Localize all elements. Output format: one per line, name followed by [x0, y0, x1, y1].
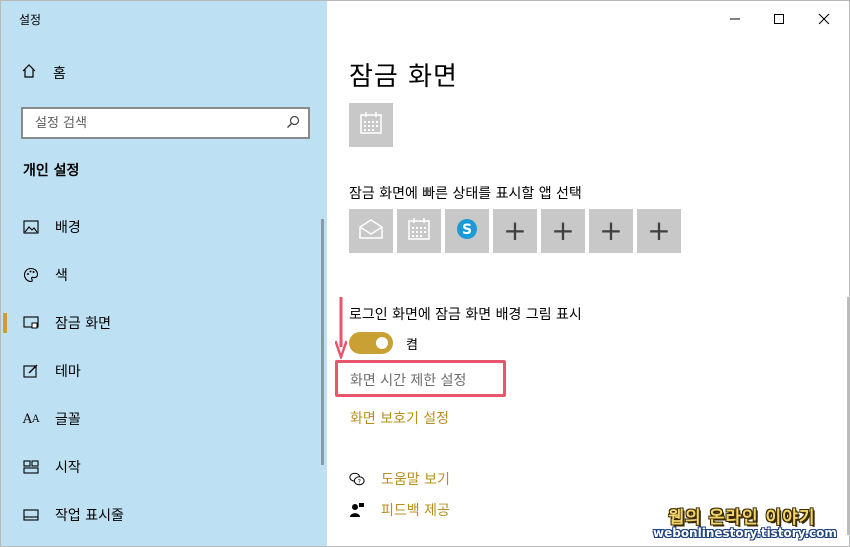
quick-status-tile-mail[interactable] [349, 209, 393, 253]
skype-icon: S [455, 217, 479, 245]
lock-screen-icon [23, 315, 39, 331]
settings-window: 설정 홈 개인 설정 배경 [0, 0, 850, 547]
watermark-url: webonlinestory.tistory.com [653, 526, 837, 540]
sidebar-item-label: 글꼴 [55, 412, 81, 428]
quick-status-tile-add[interactable]: + [493, 209, 537, 253]
quick-status-tile-add[interactable]: + [541, 209, 585, 253]
svg-text:?: ? [358, 478, 361, 485]
screensaver-link[interactable]: 화면 보호기 설정 [350, 408, 449, 428]
sidebar-item-taskbar[interactable]: 작업 표시줄 [1, 491, 327, 539]
sidebar-item-fonts[interactable]: AA 글꼴 [1, 395, 327, 443]
toggle-state-label: 켬 [406, 338, 418, 353]
watermark: 웹의 온라인 이야기 webonlinestory.tistory.com [653, 503, 837, 540]
quick-status-tile-add[interactable]: + [637, 209, 681, 253]
sidebar-item-color[interactable]: 색 [1, 251, 327, 299]
signin-background-label: 로그인 화면에 잠금 화면 배경 그림 표시 [349, 307, 582, 323]
quick-status-tile-calendar[interactable] [397, 209, 441, 253]
home-nav-item[interactable]: 홈 [21, 63, 66, 83]
quick-status-tile-skype[interactable]: S [445, 209, 489, 253]
mail-icon [358, 218, 384, 244]
calendar-icon [359, 111, 383, 139]
feedback-link[interactable]: 피드백 제공 [349, 500, 450, 520]
nav-list: 배경 색 잠금 화면 테마 AA 글꼴 시작 작업 표시줄 [1, 203, 327, 539]
sidebar-scrollbar[interactable] [321, 219, 324, 465]
svg-text:S: S [462, 222, 472, 238]
sidebar-item-start[interactable]: 시작 [1, 443, 327, 491]
palette-icon [23, 267, 39, 283]
feedback-person-icon [349, 502, 365, 518]
screen-timeout-link[interactable]: 화면 시간 제한 설정 [350, 370, 466, 390]
signin-background-toggle[interactable] [349, 332, 393, 354]
quick-status-label: 잠금 화면에 빠른 상태를 표시할 앱 선택 [349, 186, 582, 202]
watermark-title: 웹의 온라인 이야기 [668, 508, 816, 528]
sidebar-item-label: 색 [55, 268, 68, 284]
taskbar-icon [23, 507, 39, 523]
feedback-link-label: 피드백 제공 [381, 503, 450, 519]
plus-icon: + [551, 214, 575, 247]
sidebar-item-theme[interactable]: 테마 [1, 347, 327, 395]
sidebar-item-label: 배경 [55, 220, 81, 236]
help-link-label: 도움말 보기 [381, 472, 450, 488]
sidebar-item-label: 잠금 화면 [55, 316, 111, 332]
home-icon [21, 63, 37, 83]
search-input[interactable] [35, 115, 265, 131]
sidebar-item-background[interactable]: 배경 [1, 203, 327, 251]
calendar-icon [407, 217, 431, 245]
font-icon: AA [22, 411, 40, 427]
page-title: 잠금 화면 [349, 62, 458, 92]
sidebar-item-label: 시작 [55, 460, 81, 476]
toggle-knob [376, 337, 388, 349]
picture-icon [23, 219, 39, 235]
lock-screen-app-tile[interactable] [349, 103, 393, 147]
main-content: 잠금 화면 잠금 화면에 빠른 상태를 표시할 앱 선택 S + + + + 로… [335, 1, 829, 546]
quick-status-tile-add[interactable]: + [589, 209, 633, 253]
sidebar-item-lock-screen[interactable]: 잠금 화면 [1, 299, 327, 347]
help-link[interactable]: ? 도움말 보기 [349, 469, 450, 489]
help-chat-icon: ? [349, 471, 365, 487]
theme-icon [23, 363, 39, 379]
search-box[interactable] [21, 107, 310, 139]
annotation-arrow-icon [335, 297, 347, 359]
plus-icon: + [503, 214, 527, 247]
search-icon[interactable] [286, 114, 300, 133]
start-icon [23, 459, 39, 475]
app-title: 설정 [19, 13, 42, 27]
sidebar-item-label: 작업 표시줄 [55, 508, 124, 524]
sidebar: 설정 홈 개인 설정 배경 [1, 1, 327, 546]
content-scrollbar[interactable] [847, 297, 849, 535]
section-title: 개인 설정 [23, 163, 80, 179]
plus-icon: + [599, 214, 623, 247]
plus-icon: + [647, 214, 671, 247]
home-label: 홈 [53, 66, 66, 82]
sidebar-item-label: 테마 [55, 364, 81, 380]
